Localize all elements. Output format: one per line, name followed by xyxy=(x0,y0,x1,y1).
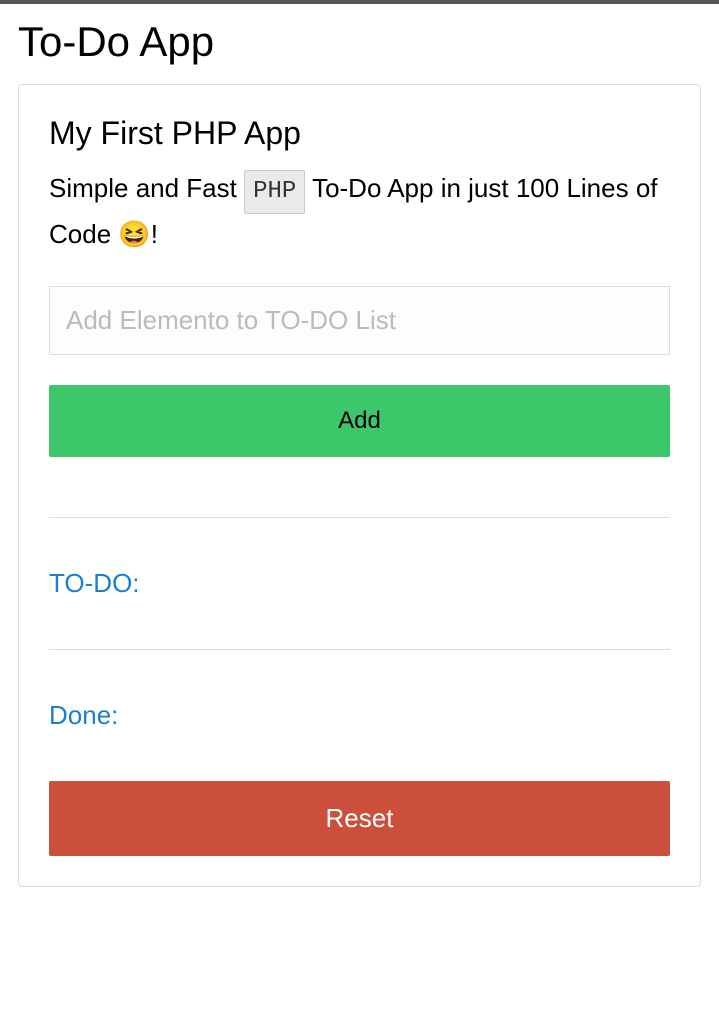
divider-bottom xyxy=(49,649,670,650)
php-badge: PHP xyxy=(244,170,305,214)
page-title: To-Do App xyxy=(0,4,719,84)
main-panel: My First PHP App Simple and Fast PHP To-… xyxy=(18,84,701,887)
reset-button[interactable]: Reset xyxy=(49,781,670,856)
todo-section-label: TO-DO: xyxy=(49,568,670,599)
todo-input[interactable] xyxy=(49,286,670,355)
done-section-label: Done: xyxy=(49,700,670,731)
reset-wrapper: Reset xyxy=(49,781,670,856)
add-button[interactable]: Add xyxy=(49,385,670,457)
panel-description: Simple and Fast PHP To-Do App in just 10… xyxy=(49,168,670,256)
description-prefix: Simple and Fast xyxy=(49,173,244,203)
panel-subtitle: My First PHP App xyxy=(49,115,670,152)
divider-top xyxy=(49,517,670,518)
